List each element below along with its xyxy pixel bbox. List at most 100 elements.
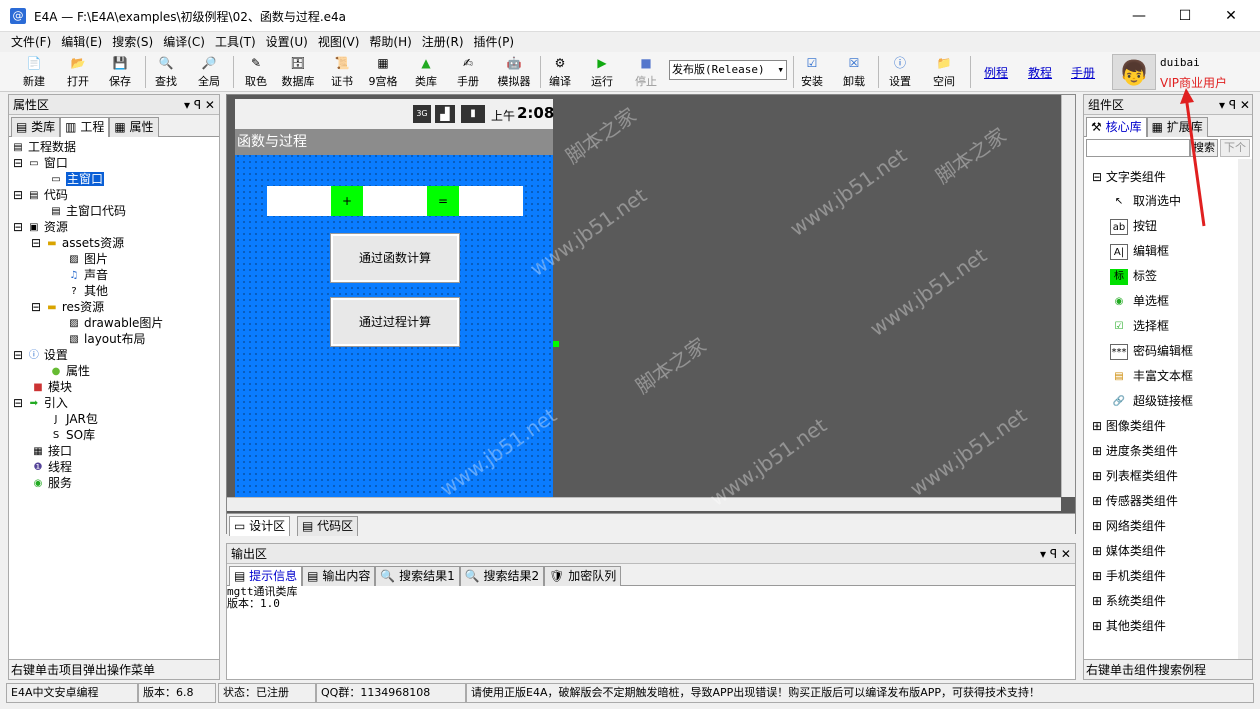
search-button[interactable]: 搜索 — [1190, 139, 1218, 157]
result-field[interactable] — [459, 186, 523, 216]
tree-item[interactable]: ● 属性 — [49, 363, 90, 379]
tree-item[interactable]: ▦ 接口 — [31, 443, 72, 459]
menu-help[interactable]: 帮助(H) — [364, 32, 416, 52]
tree-item[interactable]: ⊟ ➡ 引入 — [13, 395, 68, 411]
tree-item[interactable]: S SO库 — [49, 427, 95, 443]
certificate-button[interactable]: 📜 证书 — [326, 55, 358, 91]
tree-item[interactable]: ▤ 主窗口代码 — [49, 203, 126, 219]
tab-design[interactable]: ▭ 设计区 — [229, 516, 291, 536]
global-find-button[interactable]: 🔎 全局 — [193, 55, 225, 91]
tree-item[interactable]: ⊟ ▭ 窗口 — [13, 155, 68, 171]
tutorial-link[interactable]: 教程 — [1028, 64, 1052, 81]
stop-button[interactable]: ■ 停止 — [630, 55, 662, 91]
tab-search2[interactable]: 🔍 搜索结果2 — [459, 566, 545, 586]
build-mode-select[interactable]: 发布版(Release) ▾ — [669, 60, 787, 80]
group-text-components[interactable]: ⊟ 文字类组件 — [1092, 168, 1166, 185]
tree-item-main-window[interactable]: ▭ 主窗口 — [49, 171, 105, 187]
manual-button[interactable]: ✍ 手册 — [452, 55, 484, 91]
tree-item[interactable]: ♫ 声音 — [67, 267, 109, 283]
examples-link[interactable]: 例程 — [984, 64, 1008, 81]
component-radio[interactable]: ◉ 单选框 — [1110, 292, 1169, 310]
panel-controls-icon[interactable]: ▾ ꟼ ✕ — [1040, 544, 1071, 564]
component-hyperlink[interactable]: 🔗 超级链接框 — [1110, 392, 1193, 410]
component-checkbox[interactable]: ☑ 选择框 — [1110, 317, 1170, 335]
component-label[interactable]: 标标签 — [1110, 267, 1157, 285]
find-button[interactable]: 🔍 查找 — [150, 55, 182, 91]
avatar[interactable]: 👦 — [1112, 54, 1156, 90]
tree-item[interactable]: ▧ layout布局 — [67, 331, 145, 347]
component-scrollbar[interactable] — [1238, 159, 1252, 659]
tree-item[interactable]: ? 其他 — [67, 283, 108, 299]
maximize-button[interactable]: ☐ — [1162, 0, 1208, 32]
space-button[interactable]: 📁 空间 — [928, 55, 960, 91]
library-button[interactable]: ▲ 类库 — [410, 55, 442, 91]
group-system[interactable]: ⊞ 系统类组件 — [1092, 592, 1166, 609]
install-button[interactable]: ☑ 安装 — [796, 55, 828, 91]
menu-edit[interactable]: 编辑(E) — [56, 32, 107, 52]
tab-encrypt[interactable]: 🛡 加密队列 — [544, 566, 622, 586]
manual-link[interactable]: 手册 — [1071, 64, 1095, 81]
panel-controls-icon[interactable]: ▾ ꟼ ✕ — [184, 95, 215, 115]
tree-item[interactable]: ❶ 线程 — [31, 459, 73, 475]
tree-item[interactable]: ▤ 工程数据 — [11, 139, 76, 155]
tree-item[interactable]: ▨ drawable图片 — [67, 315, 163, 331]
group-image[interactable]: ⊞ 图像类组件 — [1092, 417, 1166, 434]
group-progress[interactable]: ⊞ 进度条类组件 — [1092, 442, 1178, 459]
tree-item[interactable]: ▨ 图片 — [67, 251, 108, 267]
tab-classlib[interactable]: ▤ 类库 — [11, 117, 61, 137]
tab-properties[interactable]: ▦ 属性 — [109, 117, 159, 137]
tab-code[interactable]: ▤ 代码区 — [297, 516, 359, 536]
menu-settings[interactable]: 设置(U) — [261, 32, 313, 52]
horizontal-scrollbar[interactable] — [227, 497, 1061, 511]
compile-button[interactable]: ⚙ 编译 — [544, 55, 576, 91]
calc-by-function-button[interactable]: 通过函数计算 — [330, 233, 460, 283]
group-list[interactable]: ⊞ 列表框类组件 — [1092, 467, 1178, 484]
menu-file[interactable]: 文件(F) — [6, 32, 56, 52]
next-button[interactable]: 下个 — [1220, 139, 1250, 157]
group-network[interactable]: ⊞ 网络类组件 — [1092, 517, 1166, 534]
calc-by-procedure-button[interactable]: 通过过程计算 — [330, 297, 460, 347]
tab-core-lib[interactable]: ⚒ 核心库 — [1086, 117, 1147, 137]
phone-form[interactable]: 3G ▟ ▮ 上午 2:08 函数与过程 + = 通过函数计算 通过过程计算 — [235, 99, 554, 497]
group-sensor[interactable]: ⊞ 传感器类组件 — [1092, 492, 1178, 509]
tree-item[interactable]: ⊟ ▤ 代码 — [13, 187, 68, 203]
tab-hints[interactable]: ▤ 提示信息 — [229, 566, 303, 586]
open-button[interactable]: 📂 打开 — [62, 55, 94, 91]
tree-item[interactable]: ■ 模块 — [31, 379, 72, 395]
group-media[interactable]: ⊞ 媒体类组件 — [1092, 542, 1166, 559]
tab-output[interactable]: ▤ 输出内容 — [302, 566, 376, 586]
grid9-button[interactable]: ▦ 9宫格 — [366, 55, 400, 91]
tree-item[interactable]: J JAR包 — [49, 411, 98, 427]
component-richtext[interactable]: ▤ 丰富文本框 — [1110, 367, 1193, 385]
color-picker-button[interactable]: ✎ 取色 — [240, 55, 272, 91]
menu-search[interactable]: 搜索(S) — [107, 32, 158, 52]
group-other[interactable]: ⊞ 其他类组件 — [1092, 617, 1166, 634]
menu-tools[interactable]: 工具(T) — [210, 32, 261, 52]
menu-register[interactable]: 注册(R) — [417, 32, 469, 52]
uninstall-button[interactable]: ☒ 卸载 — [838, 55, 870, 91]
tree-item[interactable]: ⊟ ▬ res资源 — [31, 299, 104, 315]
run-button[interactable]: ▶ 运行 — [586, 55, 618, 91]
resize-handle[interactable] — [553, 341, 559, 347]
panel-controls-icon[interactable]: ▾ ꟼ ✕ — [1219, 95, 1250, 115]
tree-item[interactable]: ⊟ ⓘ 设置 — [13, 347, 68, 363]
tab-project[interactable]: ▥ 工程 — [60, 117, 110, 137]
menu-plugins[interactable]: 插件(P) — [469, 32, 520, 52]
group-phone[interactable]: ⊞ 手机类组件 — [1092, 567, 1166, 584]
component-password[interactable]: *** 密码编辑框 — [1110, 342, 1193, 360]
component-deselect[interactable]: ↖ 取消选中 — [1110, 192, 1181, 210]
component-editbox[interactable]: A| 编辑框 — [1110, 242, 1169, 260]
new-button[interactable]: 📄 新建 — [18, 55, 50, 91]
menu-view[interactable]: 视图(V) — [313, 32, 365, 52]
input-a[interactable] — [267, 186, 331, 216]
tree-item[interactable]: ⊟ ▣ 资源 — [13, 219, 68, 235]
save-button[interactable]: 💾 保存 — [104, 55, 136, 91]
component-button[interactable]: ab 按钮 — [1110, 217, 1157, 235]
input-b[interactable] — [363, 186, 427, 216]
tree-item[interactable]: ◉ 服务 — [31, 475, 72, 491]
emulator-button[interactable]: 🤖 模拟器 — [492, 55, 536, 91]
settings-button[interactable]: ⓘ 设置 — [884, 55, 916, 91]
minimize-button[interactable]: — — [1116, 0, 1162, 32]
close-button[interactable]: ✕ — [1208, 0, 1254, 32]
vertical-scrollbar[interactable] — [1061, 95, 1075, 497]
